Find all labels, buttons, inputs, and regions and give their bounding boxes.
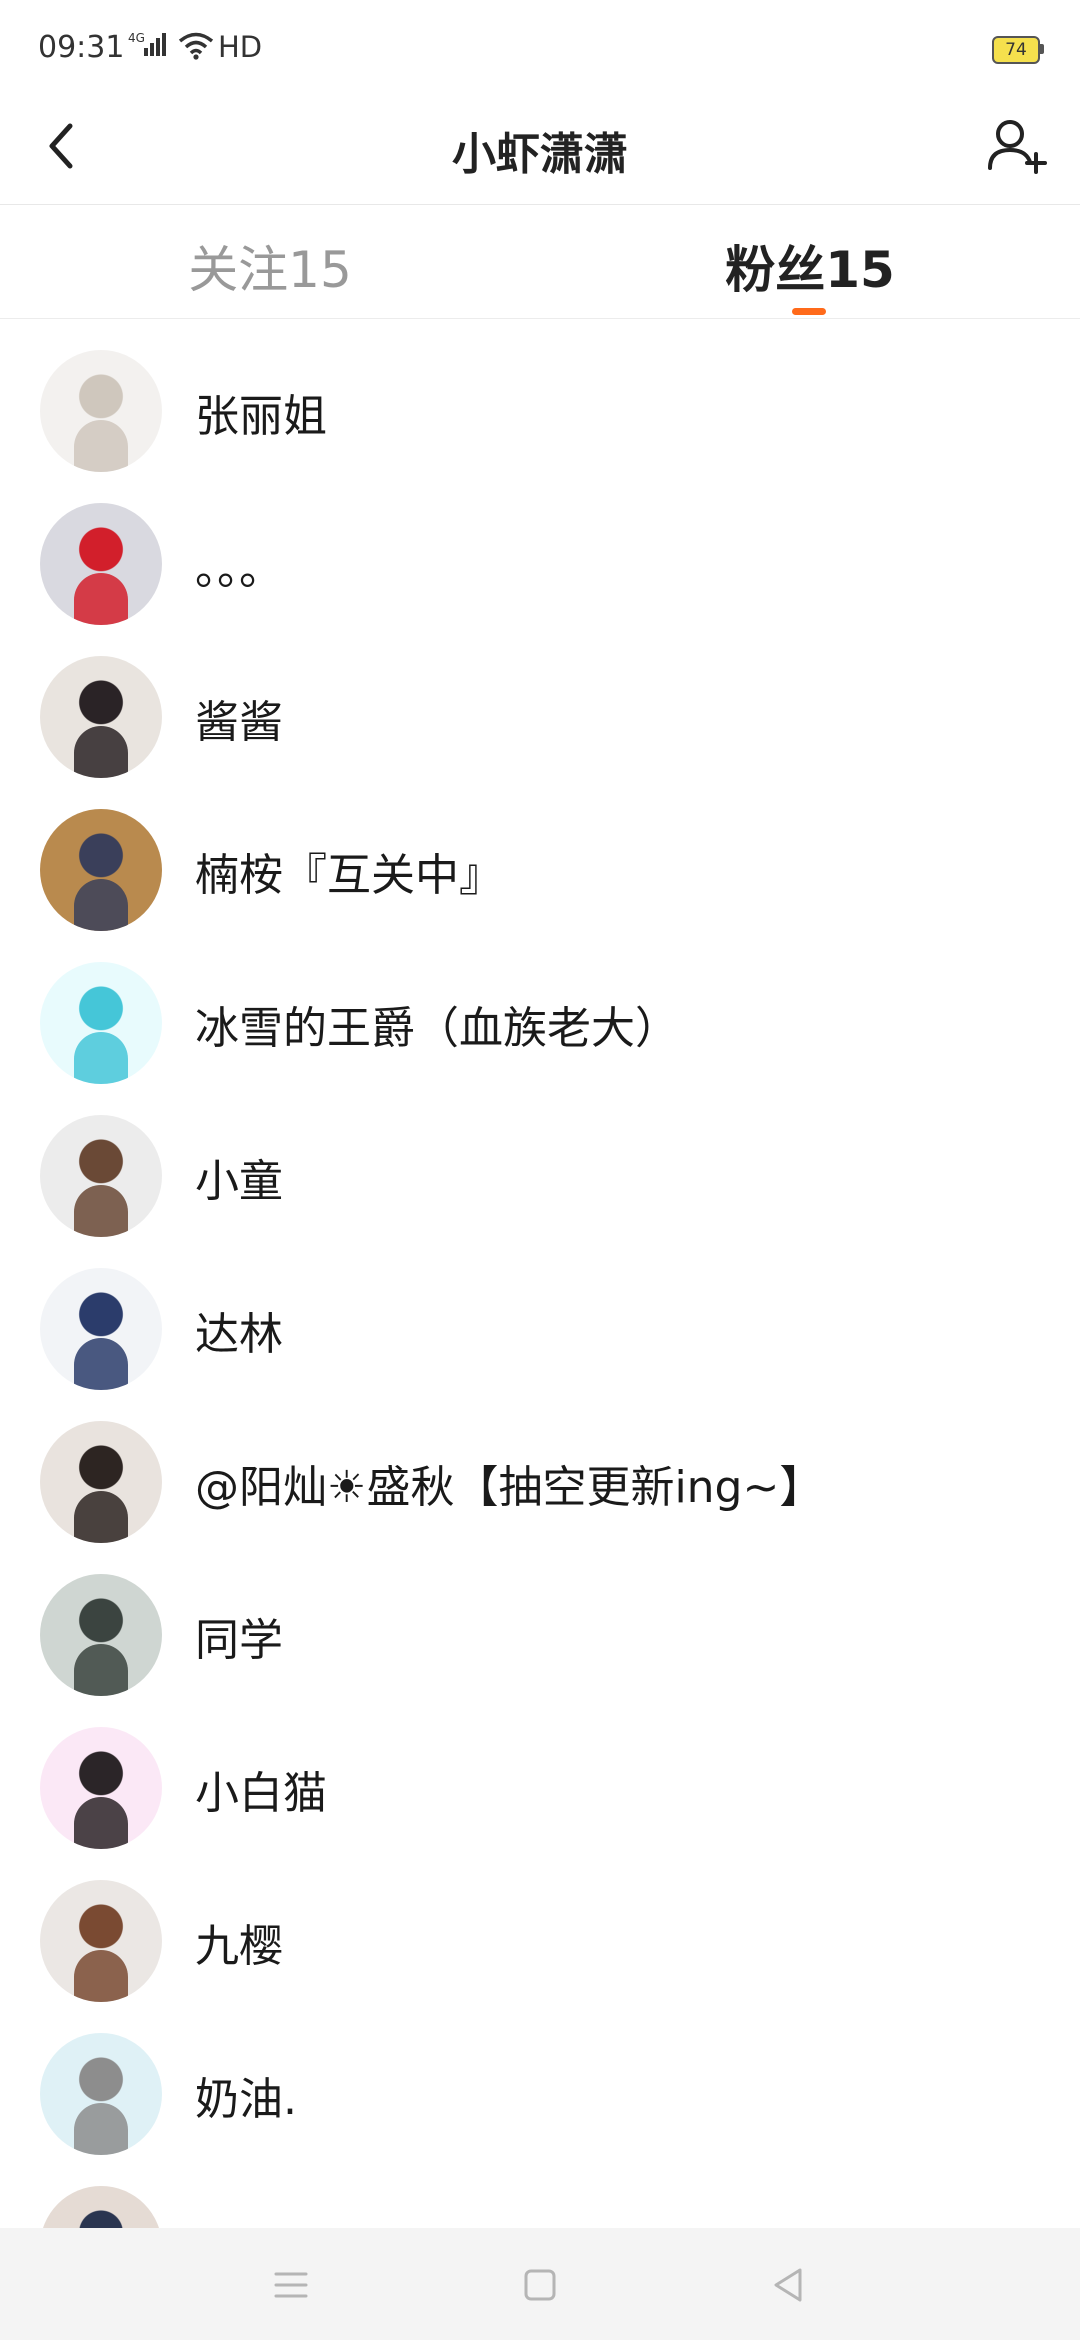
fan-row[interactable]: 酱酱 [0,636,1080,789]
fan-row[interactable]: 小童 [0,1095,1080,1248]
fan-row[interactable]: 奶油. [0,2013,1080,2166]
back-triangle-icon [774,2268,802,2302]
add-user-icon [988,120,1047,174]
avatar[interactable] [40,2033,162,2155]
fans-list[interactable]: 张丽姐。。。酱酱楠桉『互关中』冰雪的王爵（血族老大） 小童达林 @阳灿☀盛秋【抽空更… [0,330,1080,2228]
fan-name: 冰雪的王爵（血族老大） [195,1003,679,1054]
header: 小虾潇潇 [0,92,1080,205]
avatar-figure [74,1950,128,2002]
avatar-figure [74,1032,128,1084]
avatar-figure [74,1491,128,1543]
active-tab-indicator [792,308,826,315]
avatar-figure [74,1797,128,1849]
avatar-figure [74,573,128,625]
chevron-left-icon [49,123,73,169]
home-button[interactable] [513,2258,567,2312]
avatar-figure [74,1185,128,1237]
avatar[interactable] [40,656,162,778]
avatar[interactable] [40,1268,162,1390]
wifi-icon [178,32,214,64]
fan-row[interactable]: @阳灿☀盛秋【抽空更新ing~】 [0,1401,1080,1554]
fan-name: 同学 [195,1615,283,1666]
fan-row[interactable]: 同学 [0,1554,1080,1707]
battery-icon: 74 [992,36,1040,64]
avatar[interactable] [40,503,162,625]
fan-row[interactable]: 。。。 [0,483,1080,636]
page: 09:31 4G HD 74 小虾潇潇 关注15 粉丝15 张丽姐 。。。 酱酱… [0,0,1080,2340]
avatar[interactable] [40,2186,162,2228]
avatar-figure [74,879,128,931]
signal-icon: 4G [128,30,168,64]
tab-bar: 关注15 粉丝15 [0,206,1080,319]
page-title: 小虾潇潇 [452,129,628,180]
fan-name: @阳灿☀盛秋【抽空更新ing~】 [195,1462,824,1513]
svg-text:4G: 4G [128,31,145,45]
fan-name: 九樱 [195,1921,283,1972]
status-bar: 09:31 4G HD 74 [0,0,1080,92]
fan-name: 小白猫 [195,1768,327,1819]
avatar-figure [74,726,128,778]
fan-row[interactable]: 达林 [0,1248,1080,1401]
avatar[interactable] [40,1421,162,1543]
fan-name: 奶油. [195,2074,297,2125]
battery-cap [1040,44,1044,54]
avatar[interactable] [40,1115,162,1237]
fan-name: 楠桉『互关中』 [195,850,503,901]
fan-row[interactable]: 九樱 [0,1860,1080,2013]
fan-row[interactable]: 冰雪的王爵（血族老大） [0,942,1080,1095]
fan-name: 张丽姐 [195,391,327,442]
avatar-figure [74,2103,128,2155]
home-square-icon [524,2269,556,2301]
hd-label: HD [218,30,263,64]
avatar[interactable] [40,809,162,931]
avatar-figure [74,1338,128,1390]
fan-row[interactable]: 张丽姐 [0,330,1080,483]
add-friend-button[interactable] [982,110,1054,182]
fan-name: 小童 [195,1156,283,1207]
avatar[interactable] [40,1574,162,1696]
fan-row[interactable]: 楠桉『互关中』 [0,789,1080,942]
avatar[interactable] [40,350,162,472]
back-nav-button[interactable] [762,2258,816,2312]
menu-icon [274,2272,308,2298]
avatar[interactable] [40,1880,162,2002]
status-time: 09:31 [38,30,125,65]
menu-button[interactable] [264,2258,318,2312]
avatar-figure [74,420,128,472]
system-nav-bar [0,2228,1080,2340]
fan-name: 达林 [195,1309,283,1360]
tab-fans[interactable]: 粉丝15 [660,230,960,302]
avatar-figure [74,1644,128,1696]
fan-row[interactable]: 小白猫 [0,1707,1080,1860]
tab-following[interactable]: 关注15 [120,230,420,302]
fan-row[interactable] [0,2166,1080,2228]
avatar[interactable] [40,962,162,1084]
battery-level: 74 [1005,40,1027,60]
back-button[interactable] [28,110,100,182]
fan-name: 。。。 [195,544,283,595]
avatar[interactable] [40,1727,162,1849]
fan-name: 酱酱 [195,697,283,748]
